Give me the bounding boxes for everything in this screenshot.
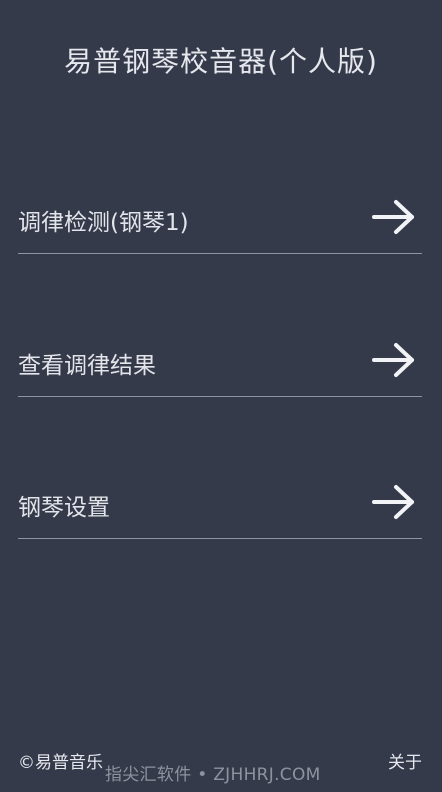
menu-item-piano-settings[interactable]: 钢琴设置: [18, 478, 422, 539]
menu-item-view-results[interactable]: 查看调律结果: [18, 336, 422, 397]
arrow-right-icon: [372, 343, 414, 377]
arrow-right-icon: [372, 200, 414, 234]
menu-item-tuning-check[interactable]: 调律检测(钢琴1): [18, 193, 422, 254]
copyright-text: ©易普音乐: [18, 753, 103, 773]
watermark-text: 指尖汇软件 • ZJHHRJ.COM: [105, 765, 321, 785]
menu-item-label: 钢琴设置: [18, 495, 110, 521]
about-link[interactable]: 关于: [388, 748, 422, 773]
menu-item-label: 查看调律结果: [18, 353, 156, 379]
arrow-right-icon: [372, 485, 414, 519]
app-title: 易普钢琴校音器(个人版): [64, 45, 378, 78]
menu-item-label: 调律检测(钢琴1): [18, 210, 189, 236]
